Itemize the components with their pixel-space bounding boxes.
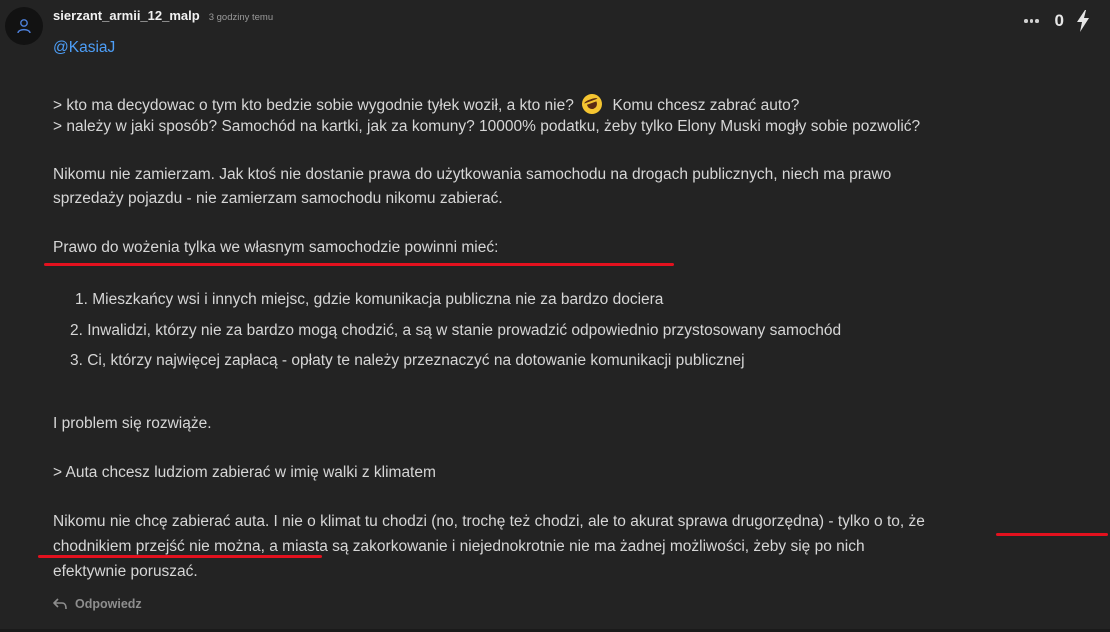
paragraph-line: sprzedaży pojazdu - nie zamierzam samoch… [53, 190, 503, 207]
avatar[interactable] [5, 7, 43, 45]
list-item: 2. Inwalidzi, którzy nie za bardzo mogą … [70, 322, 842, 339]
red-underline [44, 263, 674, 266]
mention-link[interactable]: @KasiaJ [53, 39, 115, 57]
rolling-laughing-emoji-icon [579, 91, 605, 117]
timestamp: 3 godziny temu [208, 12, 274, 23]
list-item: 3. Ci, którzy najwięcej zapłacą - opłaty… [70, 352, 745, 369]
list-item: 1. Mieszkańcy wsi i innych miejsc, gdzie… [75, 291, 664, 308]
paragraph-line: I problem się rozwiąże. [53, 415, 212, 432]
reply-arrow-icon [53, 598, 67, 610]
vote-score: 0 [1054, 11, 1064, 30]
quote-line: > kto ma decydowac o tym kto bedzie sobi… [53, 91, 800, 117]
reply-label: Odpowiedz [75, 597, 142, 611]
comment-card: sierzant_armii_12_malp 3 godziny temu 0 … [0, 0, 1110, 632]
paragraph-line: Nikomu nie zamierzam. Jak ktoś nie dosta… [53, 166, 892, 183]
paragraph-line: Nikomu nie chcę zabierać auta. I nie o k… [53, 513, 925, 530]
quote-line: > Auta chcesz ludziom zabierać w imię wa… [53, 464, 436, 481]
quote-text: Komu chcesz zabrać auto? [612, 97, 800, 114]
more-dots-icon [1024, 19, 1028, 23]
comment-actions: 0 [1020, 10, 1090, 32]
more-options-button[interactable] [1020, 15, 1043, 27]
comment-header: sierzant_armii_12_malp 3 godziny temu [53, 8, 273, 23]
red-underline [38, 555, 322, 558]
quote-line: > należy w jaki sposób? Samochód na kart… [53, 118, 921, 135]
paragraph-line: efektywnie poruszać. [53, 563, 198, 580]
user-icon [17, 19, 31, 34]
paragraph-line: chodnikiem przejść nie można, a miasta s… [53, 538, 865, 555]
paragraph-line: Prawo do wożenia tylka we własnym samoch… [53, 239, 499, 256]
quote-text: > kto ma decydowac o tym kto bedzie sobi… [53, 97, 574, 114]
red-underline [996, 533, 1108, 536]
username[interactable]: sierzant_armii_12_malp [53, 8, 200, 23]
bolt-icon[interactable] [1076, 10, 1090, 32]
reply-button[interactable]: Odpowiedz [53, 597, 142, 611]
